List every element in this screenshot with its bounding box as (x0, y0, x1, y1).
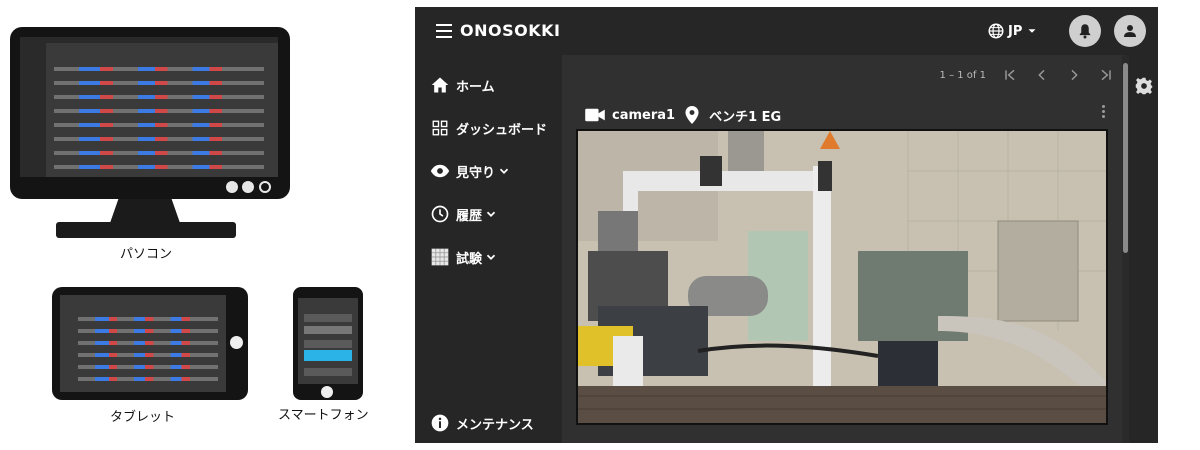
monitor-button (242, 181, 254, 193)
sidebar-item-history[interactable]: 履歴 (430, 202, 498, 226)
sidebar-item-monitoring[interactable]: 見守り (430, 159, 511, 183)
scrollbar-thumb[interactable] (1123, 63, 1128, 253)
last-page-icon (1101, 69, 1111, 81)
last-page-button[interactable] (1090, 63, 1122, 87)
more-vert-icon[interactable] (1102, 105, 1108, 119)
tablet-screen (60, 295, 226, 392)
info-icon (430, 413, 450, 433)
camera-name: camera1 (612, 107, 676, 123)
chevron-down-icon (486, 254, 496, 260)
sidebar-item-maintenance[interactable]: メンテナンス (430, 411, 534, 435)
monitor-base (56, 222, 236, 238)
gear-icon (1135, 77, 1153, 95)
sidebar-item-label: ダッシュボード (456, 122, 548, 138)
content-scrollbar[interactable] (1122, 55, 1129, 443)
eye-icon (430, 161, 450, 181)
chevron-down-icon (499, 168, 509, 174)
dashboard-grid-icon (430, 118, 450, 138)
home-icon (430, 75, 450, 95)
camera-video-feed[interactable] (576, 129, 1108, 425)
sidebar-item-label: ホーム (456, 79, 495, 95)
notifications-button[interactable] (1069, 15, 1101, 47)
sidebar-item-dashboard[interactable]: ダッシュボード (430, 116, 547, 140)
camera-card-header: camera1 ベンチ1 EG (584, 103, 1114, 127)
sidebar-item-label: 履歴 (456, 208, 483, 224)
first-page-icon (1005, 69, 1015, 81)
videocam-icon (585, 108, 605, 122)
monitor-button (226, 181, 238, 193)
phone-label: スマートフォン (278, 408, 369, 423)
bell-icon (1079, 24, 1091, 39)
tablet-label: タブレット (110, 410, 176, 425)
camera-location: ベンチ1 EG (709, 109, 782, 125)
sidebar-item-label: メンテナンス (456, 417, 534, 433)
sidebar-item-label: 試験 (456, 251, 483, 267)
sidebar-item-label: 見守り (456, 165, 496, 181)
first-page-button[interactable] (994, 63, 1026, 87)
power-icon (259, 181, 271, 193)
phone-illustration (293, 287, 363, 400)
phone-screen (298, 298, 358, 384)
tablet-home-button (230, 336, 243, 349)
tablet-illustration (52, 287, 248, 400)
next-page-button[interactable] (1058, 63, 1090, 87)
chevron-left-icon (1038, 69, 1045, 81)
pc-label: パソコン (120, 247, 173, 262)
account-button[interactable] (1114, 15, 1146, 47)
top-app-bar: ONOSOKKI JP (415, 7, 1158, 55)
phone-home-button (321, 386, 333, 398)
paginator-range: 1 – 1 of 1 (939, 69, 986, 81)
settings-button[interactable] (1135, 77, 1153, 99)
globe-icon (988, 23, 1004, 39)
pc-monitor-illustration (10, 27, 290, 199)
camera-feed-image (578, 131, 1106, 423)
monitor-stand (110, 199, 180, 223)
app-window: ONOSOKKI JP ホーム ダッシュボード 見守り 履歴 試験 メンテナンス… (415, 7, 1158, 443)
main-content: 1 – 1 of 1 camera1 ベンチ1 EG (562, 55, 1122, 443)
sidebar-item-test[interactable]: 試験 (430, 245, 498, 269)
right-rail (1129, 55, 1158, 443)
previous-page-button[interactable] (1026, 63, 1058, 87)
pc-monitor-screen (20, 37, 278, 177)
account-icon (1124, 25, 1136, 37)
chevron-down-icon (486, 211, 496, 217)
sidebar-nav: ホーム ダッシュボード 見守り 履歴 試験 メンテナンス (415, 55, 562, 443)
clock-icon (430, 204, 450, 224)
language-selector[interactable]: JP (987, 21, 1042, 41)
chevron-right-icon (1071, 69, 1078, 81)
test-grid-icon (430, 247, 450, 267)
paginator: 1 – 1 of 1 (940, 63, 1122, 87)
page-root: パソコン タブレット スマートフォン ONOSOKKI JP ホーム ダッシュボ… (0, 0, 1200, 450)
location-pin-icon (685, 106, 699, 124)
hamburger-icon[interactable] (436, 24, 452, 38)
caret-down-icon (1028, 29, 1036, 33)
language-label: JP (1008, 23, 1023, 39)
sidebar-item-home[interactable]: ホーム (430, 73, 495, 97)
brand-title: ONOSOKKI (460, 21, 561, 40)
